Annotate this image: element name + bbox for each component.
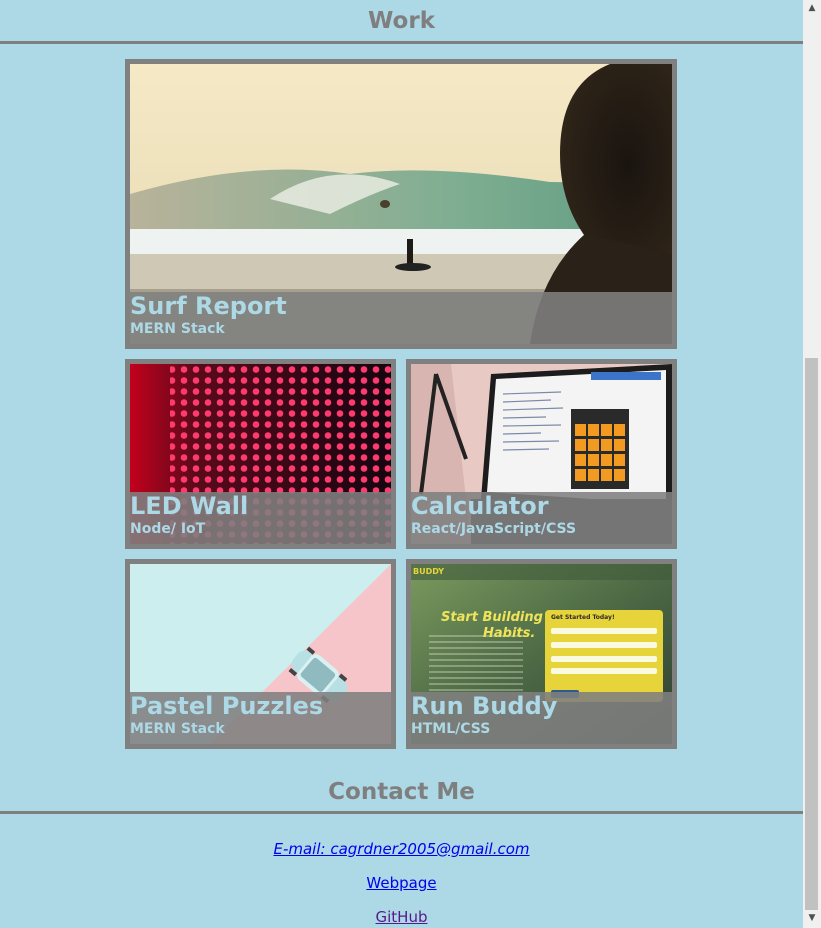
project-card-run-buddy[interactable]: BUDDY Start Building Habits. Get Started… <box>406 559 677 749</box>
card-caption: LED Wall Node/ IoT <box>130 492 391 544</box>
scroll-down-arrow-icon[interactable]: ▼ <box>803 910 821 926</box>
scroll-up-arrow-icon[interactable]: ▲ <box>803 0 821 16</box>
project-title: Calculator <box>411 492 549 520</box>
project-title: Pastel Puzzles <box>130 692 324 720</box>
project-title: LED Wall <box>130 492 249 520</box>
project-card-calculator[interactable]: Calculator React/JavaScript/CSS <box>406 359 677 549</box>
contact-heading: Contact Me <box>328 779 475 805</box>
card-caption: Pastel Puzzles MERN Stack <box>130 692 391 744</box>
run-buddy-form-title: Get Started Today! <box>551 614 615 621</box>
work-divider <box>0 41 803 44</box>
project-title: Surf Report <box>130 292 287 320</box>
portfolio-page: Work Surf Report MERN Stack LED Wall Nod… <box>0 0 803 928</box>
email-link[interactable]: E-mail: cagrdner2005@gmail.com <box>273 840 529 858</box>
github-link[interactable]: GitHub <box>376 908 428 926</box>
project-title: Run Buddy <box>411 692 558 720</box>
project-subtitle: HTML/CSS <box>411 721 491 737</box>
project-card-surf-report[interactable]: Surf Report MERN Stack <box>125 59 677 349</box>
email-link-row: E-mail: cagrdner2005@gmail.com <box>0 840 803 858</box>
project-card-pastel-puzzles[interactable]: Pastel Puzzles MERN Stack <box>125 559 396 749</box>
card-caption: Surf Report MERN Stack <box>130 292 672 344</box>
github-link-row: GitHub <box>0 908 803 926</box>
scrollbar-thumb[interactable] <box>805 358 818 910</box>
webpage-link[interactable]: Webpage <box>366 874 436 892</box>
project-subtitle: MERN Stack <box>130 721 225 737</box>
run-buddy-headline-2: Habits. <box>483 626 536 641</box>
project-subtitle: MERN Stack <box>130 321 225 337</box>
contact-divider <box>0 811 803 814</box>
run-buddy-headline-1: Start Building <box>441 610 543 625</box>
vertical-scrollbar[interactable]: ▲ ▼ <box>803 0 821 928</box>
project-subtitle: React/JavaScript/CSS <box>411 521 577 537</box>
card-caption: Calculator React/JavaScript/CSS <box>411 492 672 544</box>
webpage-link-row: Webpage <box>0 874 803 892</box>
run-buddy-logo: BUDDY <box>413 567 445 576</box>
project-card-led-wall[interactable]: LED Wall Node/ IoT <box>125 359 396 549</box>
project-subtitle: Node/ IoT <box>130 521 206 537</box>
work-heading: Work <box>368 8 435 34</box>
card-caption: Run Buddy HTML/CSS <box>411 692 672 744</box>
